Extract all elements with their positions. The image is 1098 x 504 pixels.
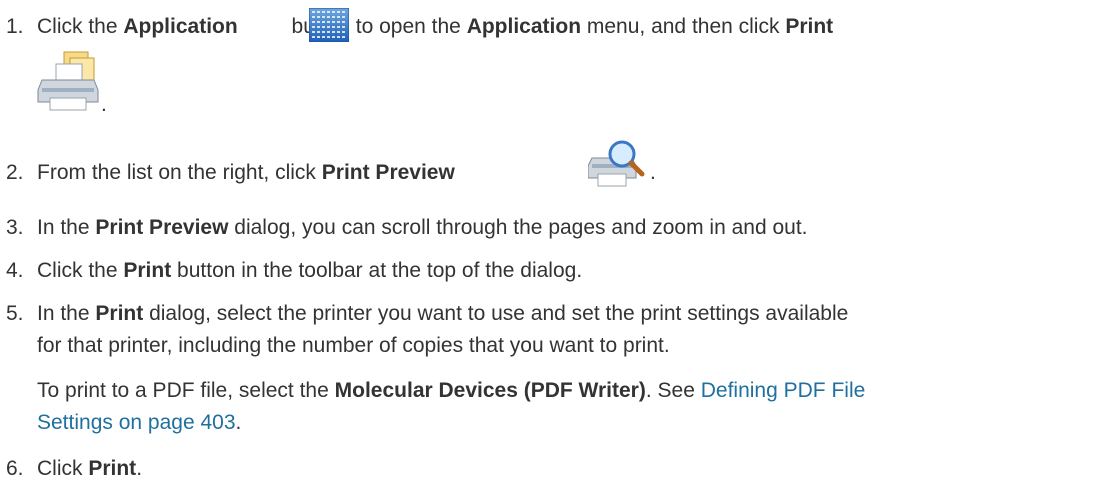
application-button-icon xyxy=(309,8,349,42)
pdf-note: To print to a PDF file, select the Molec… xyxy=(37,379,866,402)
step-text: Click the Application button to open the… xyxy=(37,15,834,38)
step-text: In the Print dialog, select the printer … xyxy=(37,302,849,325)
step-text: From the list on the right, click Print … xyxy=(37,161,455,184)
step-5-line-2: for that printer, including the number o… xyxy=(37,334,670,357)
defining-pdf-settings-link-cont[interactable]: Settings on page 403 xyxy=(37,411,236,434)
print-icon xyxy=(37,51,99,111)
step-number: 6. xyxy=(6,457,24,480)
period-text: . xyxy=(650,161,656,184)
step-number: 1. xyxy=(6,15,24,38)
pdf-note-line-2: Settings on page 403. xyxy=(37,411,242,434)
step-number: 4. xyxy=(6,259,24,282)
print-preview-icon xyxy=(588,140,645,187)
step-text: Click Print. xyxy=(37,457,143,480)
defining-pdf-settings-link[interactable]: Defining PDF File xyxy=(701,379,866,402)
step-text: In the Print Preview dialog, you can scr… xyxy=(37,216,808,239)
period-text: . xyxy=(101,93,107,116)
step-number: 5. xyxy=(6,302,24,325)
document-page: 1. Click the Application button to open … xyxy=(0,0,1098,504)
step-number: 3. xyxy=(6,216,24,239)
step-number: 2. xyxy=(6,161,24,184)
step-text: Click the Print button in the toolbar at… xyxy=(37,259,583,282)
